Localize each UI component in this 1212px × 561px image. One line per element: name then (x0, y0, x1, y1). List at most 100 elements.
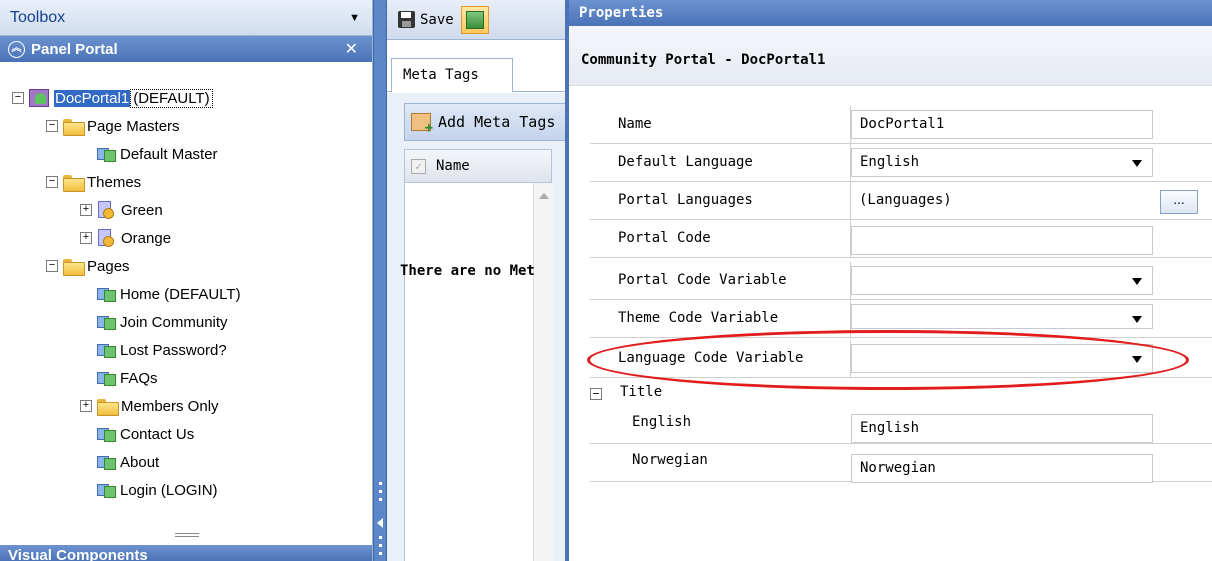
toolbox-header[interactable]: Toolbox ▼ (0, 0, 372, 36)
tree-node-label: Home (DEFAULT) (120, 285, 241, 303)
app-window: Toolbox ▼ ︽ Panel Portal ✕ − DocPortal1 … (0, 0, 1212, 561)
tab-strip: Meta Tags (387, 40, 565, 92)
panel-portal-header[interactable]: ︽ Panel Portal ✕ (0, 36, 372, 62)
page-icon (97, 285, 117, 303)
tree-node-members-only[interactable]: + Members Only (80, 394, 219, 418)
tree-node-label: Join Community (120, 313, 228, 331)
tree-node-label: Pages (87, 257, 130, 275)
portal-languages-value: (Languages) (859, 192, 952, 208)
collapse-toggle-icon[interactable]: − (12, 92, 24, 104)
tree-node-themes[interactable]: − Themes (46, 170, 141, 194)
folder-icon (63, 118, 85, 136)
expand-toggle-icon[interactable]: + (80, 232, 92, 244)
tree-node-page[interactable]: Lost Password? (97, 338, 227, 362)
properties-toggle-button[interactable] (460, 5, 489, 34)
save-button-label: Save (420, 11, 454, 28)
page-icon (97, 481, 117, 499)
page-icon (97, 425, 117, 443)
tree-node-label: About (120, 453, 160, 471)
tree-node-page-masters[interactable]: − Page Masters (46, 114, 180, 138)
default-language-value: English (860, 154, 920, 170)
grip-dot (379, 544, 382, 547)
page-icon (97, 341, 117, 359)
close-icon[interactable]: ✕ (345, 39, 358, 59)
tree-node-label: Login (LOGIN) (120, 481, 218, 499)
dropdown-arrow-icon[interactable] (1132, 278, 1142, 285)
tree-node-theme-orange[interactable]: + Orange (80, 226, 171, 250)
default-language-select[interactable]: English (851, 148, 1153, 177)
portal-code-variable-select[interactable] (851, 266, 1153, 295)
chevron-down-icon[interactable]: ▼ (349, 12, 360, 24)
save-disk-icon (398, 11, 415, 28)
pane-splitter[interactable] (373, 0, 387, 561)
title-group-label: Title (620, 384, 663, 400)
tree-node-page[interactable]: Contact Us (97, 422, 194, 446)
tree-node-page[interactable]: Login (LOGIN) (97, 478, 218, 502)
panel-portal-title: Panel Portal (31, 40, 118, 58)
visual-components-title: Visual Components (8, 547, 148, 561)
tree-node-portal[interactable]: − DocPortal1 (DEFAULT) (12, 86, 213, 110)
title-english-value: English (860, 420, 920, 436)
grip-dot (379, 482, 382, 485)
title-english-field[interactable]: English (851, 414, 1153, 443)
meta-tags-panel: Add Meta Tags ✓ Name There are no Meta T… (387, 93, 574, 561)
name-field[interactable]: DocPortal1 (851, 110, 1153, 139)
portal-code-field[interactable] (851, 226, 1153, 255)
dropdown-arrow-icon[interactable] (1132, 160, 1142, 167)
tree-node-page[interactable]: Join Community (97, 310, 228, 334)
scroll-up-icon[interactable] (539, 193, 549, 199)
collapse-left-icon[interactable] (377, 518, 383, 528)
property-label: Portal Code (618, 230, 711, 246)
dropdown-arrow-icon[interactable] (1132, 316, 1142, 323)
properties-subtitle: Community Portal - DocPortal1 (569, 26, 1212, 86)
collapse-up-icon[interactable]: ︽ (8, 40, 25, 58)
save-button[interactable]: Save (395, 11, 457, 28)
theme-icon (97, 229, 117, 247)
folder-icon (63, 174, 85, 192)
property-label: Portal Languages (618, 192, 753, 208)
collapse-toggle-icon[interactable]: − (590, 388, 602, 400)
grip-dot (379, 552, 382, 555)
tree-node-theme-green[interactable]: + Green (80, 198, 163, 222)
expand-toggle-icon[interactable]: + (80, 204, 92, 216)
tree-node-label: Orange (121, 229, 172, 247)
tab-meta-tags-label: Meta Tags (403, 67, 479, 83)
add-meta-tags-button[interactable]: Add Meta Tags (404, 103, 574, 141)
ellipsis-button[interactable]: ... (1160, 190, 1198, 214)
column-header-name[interactable]: Name (436, 158, 470, 174)
property-label: Norwegian (632, 452, 708, 468)
vertical-scrollbar[interactable] (533, 183, 553, 561)
toolbox-title: Toolbox (10, 8, 66, 26)
property-label: Default Language (618, 154, 753, 170)
tree-node-label: Themes (87, 173, 142, 191)
tree-node-pages[interactable]: − Pages (46, 254, 130, 278)
page-icon (97, 453, 117, 471)
row-divider (850, 182, 851, 220)
tree-node-default-master[interactable]: Default Master (97, 142, 218, 166)
tree-node-page[interactable]: FAQs (97, 366, 158, 390)
tree-node-page[interactable]: Home (DEFAULT) (97, 282, 241, 306)
property-label: English (632, 414, 692, 430)
panel-splitter-handle[interactable] (175, 533, 199, 537)
editor-toolbar: Save (387, 0, 565, 40)
visual-components-header[interactable]: Visual Components (0, 545, 372, 561)
tree-node-label: Green (121, 201, 163, 219)
tab-meta-tags[interactable]: Meta Tags (391, 58, 513, 92)
theme-code-variable-select[interactable] (851, 304, 1153, 329)
collapse-toggle-icon[interactable]: − (46, 120, 58, 132)
grip-dot (379, 536, 382, 539)
empty-grid-message: There are no Meta Tags (400, 263, 535, 279)
tree-node-page[interactable]: About (97, 450, 159, 474)
tree-node-label: FAQs (120, 369, 158, 387)
grip-dot (379, 498, 382, 501)
grip-dot (379, 490, 382, 493)
collapse-toggle-icon[interactable]: − (46, 260, 58, 272)
tree-node-label: Default Master (120, 145, 218, 163)
select-all-checkbox[interactable]: ✓ (411, 158, 426, 174)
property-label: Name (618, 116, 652, 132)
tree-node-label: Members Only (121, 397, 219, 415)
expand-toggle-icon[interactable]: + (80, 400, 92, 412)
collapse-toggle-icon[interactable]: − (46, 176, 58, 188)
theme-icon (97, 201, 117, 219)
title-norwegian-field[interactable]: Norwegian (851, 454, 1153, 483)
